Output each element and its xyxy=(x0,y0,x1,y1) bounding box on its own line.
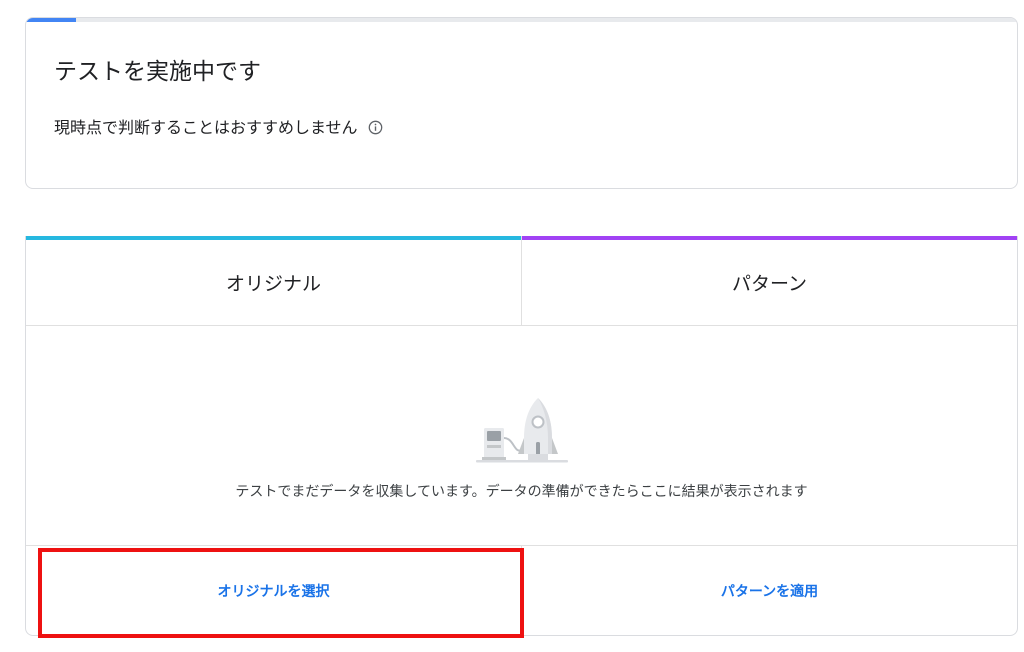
test-progress-bar xyxy=(26,18,1017,22)
test-status-title: テストを実施中です xyxy=(54,59,261,85)
variant-original-color-bar xyxy=(26,236,521,240)
empty-state-message: テストでまだデータを収集しています。データの準備ができたらここに結果が表示されま… xyxy=(235,484,808,500)
test-progress-fill xyxy=(26,18,76,22)
experiment-comparison-card: オリジナル パターン テストでまだデータを収集しています。データの準備ができたら… xyxy=(25,236,1018,636)
test-status-subrow: 現時点で判断することはおすすめしません xyxy=(54,114,383,138)
select-original-button[interactable]: オリジナルを選択 xyxy=(26,546,521,636)
info-icon[interactable] xyxy=(368,120,383,135)
variant-pattern-label: パターン xyxy=(731,273,808,295)
test-status-card: テストを実施中です 現時点で判断することはおすすめしません xyxy=(25,17,1018,189)
rocket-fuel-pump-illustration xyxy=(474,394,570,466)
variant-original-column: オリジナル xyxy=(26,236,521,325)
variant-original-label: オリジナル xyxy=(225,273,321,295)
test-status-subtitle: 現時点で判断することはおすすめしません xyxy=(54,118,358,137)
empty-state: テストでまだデータを収集しています。データの準備ができたらここに結果が表示されま… xyxy=(26,326,1017,546)
apply-pattern-button[interactable]: パターンを適用 xyxy=(521,546,1017,636)
variant-pattern-column: パターン xyxy=(521,236,1017,325)
action-row: オリジナルを選択 パターンを適用 xyxy=(26,546,1017,636)
variant-header: オリジナル パターン xyxy=(26,236,1017,326)
variant-pattern-color-bar xyxy=(522,236,1017,240)
